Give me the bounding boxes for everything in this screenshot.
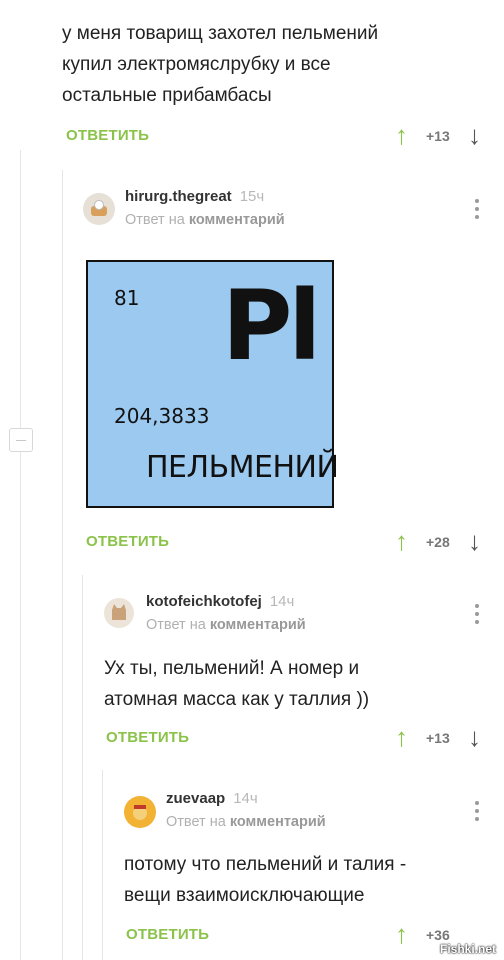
arrow-down-icon[interactable]: ↓ [468, 724, 481, 750]
timestamp: 14ч [233, 790, 258, 807]
text-line: остальные прибамбасы [62, 85, 272, 106]
element-symbol: Pl [222, 270, 321, 382]
more-vertical-icon[interactable] [475, 604, 479, 628]
avatar[interactable] [104, 598, 134, 628]
score: +28 [426, 534, 450, 550]
score: +13 [426, 730, 450, 746]
avatar[interactable] [83, 193, 115, 225]
reply-to-line: Ответ на комментарий [146, 617, 306, 633]
arrow-down-icon[interactable]: ↓ [468, 528, 481, 554]
thread-line-level-3 [82, 575, 83, 960]
score: +36 [426, 927, 450, 943]
reply-button[interactable]: ОТВЕТИТЬ [86, 533, 169, 550]
username[interactable]: kotofeichkotofej [146, 593, 262, 610]
reply-to-link[interactable]: комментарий [210, 617, 306, 633]
element-name: ПЕЛЬМЕНИЙ [146, 450, 339, 485]
arrow-up-icon[interactable]: ↑ [395, 528, 408, 554]
collapse-thread-button[interactable] [9, 428, 33, 452]
reply-to-link[interactable]: комментарий [189, 212, 285, 228]
thread-line-level-4 [102, 770, 103, 960]
chef-icon [91, 200, 107, 216]
reply-to-prefix: Ответ на [125, 212, 185, 228]
comment-4-text: потому что пельмений и талия - вещи взаи… [124, 849, 494, 911]
arrow-down-icon[interactable]: ↓ [468, 122, 481, 148]
comment-1-text: у меня товарищ захотел пельмений купил э… [62, 18, 462, 111]
element-image: 81 Pl 204,3833 ПЕЛЬМЕНИЙ [86, 260, 339, 508]
face-icon [133, 805, 147, 820]
arrow-up-icon[interactable]: ↑ [395, 921, 408, 947]
reply-button[interactable]: ОТВЕТИТЬ [66, 127, 149, 144]
username[interactable]: hirurg.thegreat [125, 188, 232, 205]
comment-header: kotofeichkotofej 14ч [146, 593, 294, 611]
reply-to-prefix: Ответ на [146, 617, 206, 633]
thread-line-level-2 [62, 170, 63, 960]
comment-3-text: Ух ты, пельмений! А номер и атомная масс… [104, 653, 494, 715]
text-line: у меня товарищ захотел пельмений [62, 23, 379, 44]
element-number: 81 [114, 286, 140, 310]
more-vertical-icon[interactable] [475, 199, 479, 223]
arrow-up-icon[interactable]: ↑ [395, 122, 408, 148]
reply-button[interactable]: ОТВЕТИТЬ [126, 926, 209, 943]
text-line: вещи взаимоисключающие [124, 885, 365, 906]
comment-header: zuevaap 14ч [166, 790, 258, 808]
watermark: Fishki.net [440, 942, 497, 956]
text-line: Ух ты, пельмений! А номер и [104, 658, 360, 679]
element-mass: 204,3833 [114, 404, 210, 428]
timestamp: 14ч [269, 593, 295, 610]
score: +13 [426, 128, 450, 144]
reply-button[interactable]: ОТВЕТИТЬ [106, 729, 189, 746]
username[interactable]: zuevaap [166, 790, 225, 807]
avatar[interactable] [124, 796, 156, 828]
arrow-up-icon[interactable]: ↑ [395, 724, 408, 750]
reply-to-link[interactable]: комментарий [230, 814, 326, 830]
comment-header: hirurg.thegreat 15ч [125, 188, 264, 206]
text-line: потому что пельмений и талия - [124, 854, 407, 875]
timestamp: 15ч [239, 188, 265, 205]
reply-to-prefix: Ответ на [166, 814, 226, 830]
reply-to-line: Ответ на комментарий [125, 212, 285, 228]
thread-line-level-1 [20, 150, 21, 960]
text-line: купил электромяслрубку и все [62, 54, 331, 75]
text-line: атомная масса как у таллия )) [104, 689, 370, 710]
cat-icon [112, 604, 126, 620]
reply-to-line: Ответ на комментарий [166, 814, 326, 830]
more-vertical-icon[interactable] [475, 801, 479, 825]
